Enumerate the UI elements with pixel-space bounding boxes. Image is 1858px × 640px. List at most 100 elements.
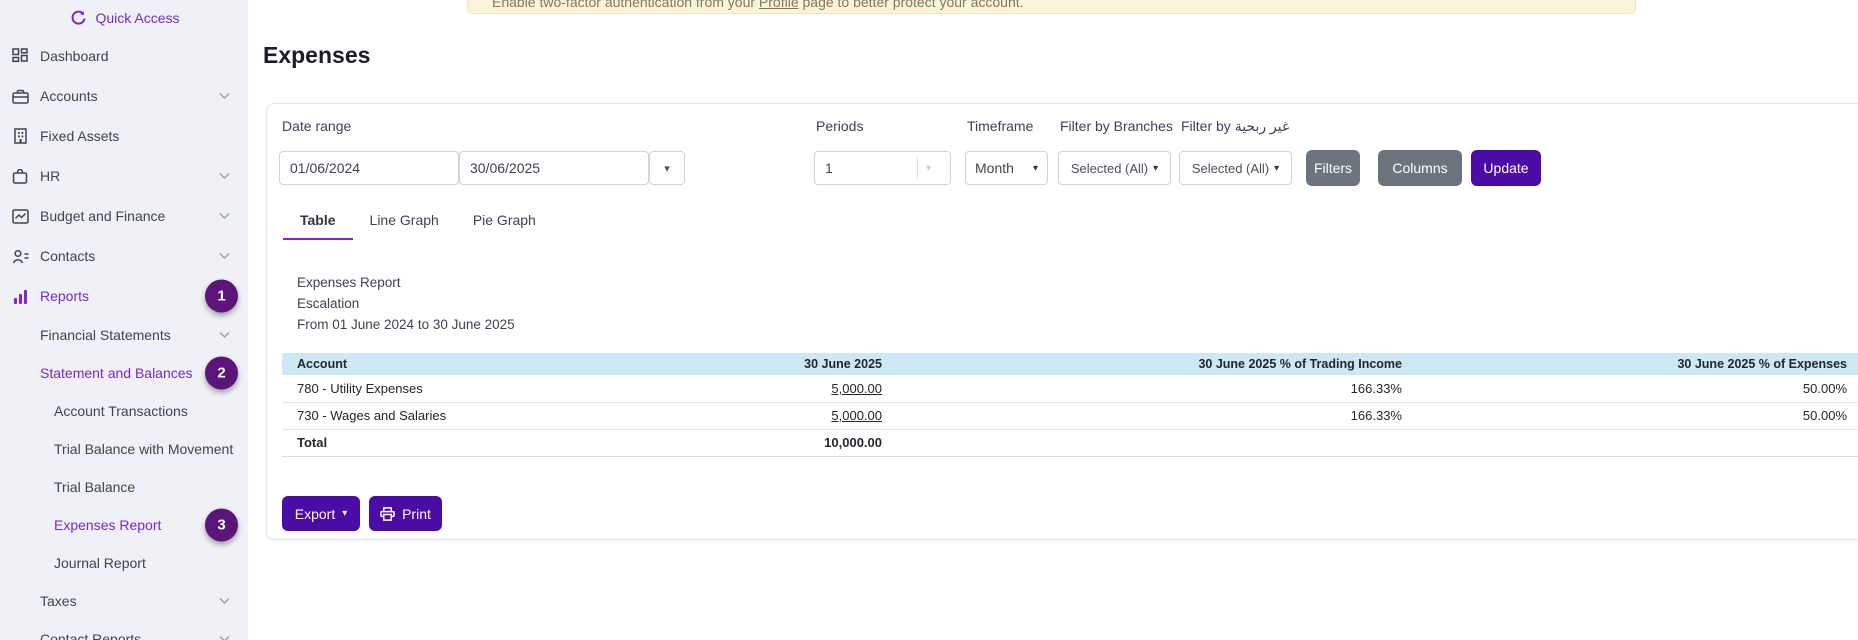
chevron-down-icon xyxy=(219,252,230,260)
step-badge-1: 1 xyxy=(205,279,238,313)
sidebar-item-label: Contact Reports xyxy=(40,631,142,640)
expenses-report-card: Date range Periods Timeframe Filter by B… xyxy=(266,103,1858,540)
sidebar-item-expenses-report[interactable]: Expenses Report 3 xyxy=(0,506,248,544)
pct-expenses-cell: 50.00% xyxy=(1414,375,1858,403)
table-header-row: Account 30 June 2025 30 June 2025 % of Tra… xyxy=(282,353,1858,375)
sidebar-item-label: Financial Statements xyxy=(40,327,171,343)
step-badge-3: 3 xyxy=(205,508,238,542)
pct-trading-income-cell: 166.33% xyxy=(894,375,1414,403)
column-header: 30 June 2025 % of Trading Income xyxy=(894,353,1414,375)
sidebar-item-label: Fixed Assets xyxy=(40,128,120,144)
pct-expenses-cell: 50.00% xyxy=(1414,402,1858,430)
column-header: Account xyxy=(282,353,682,375)
sidebar-item-trial-balance-with-movement[interactable]: Trial Balance with Movement xyxy=(0,430,248,468)
dashboard-icon xyxy=(10,46,30,66)
table-total-row: Total 10,000.00 xyxy=(282,429,1858,457)
sidebar-item-label: Trial Balance xyxy=(54,479,136,495)
step-badge-2: 2 xyxy=(205,356,238,390)
sidebar-item-label: Quick Access xyxy=(95,10,180,26)
sidebar-item-financial-statements[interactable]: Financial Statements xyxy=(0,316,248,354)
columns-button[interactable]: Columns xyxy=(1378,150,1462,186)
update-button[interactable]: Update xyxy=(1471,150,1541,186)
chart-icon xyxy=(10,206,30,226)
account-cell: 780 - Utility Expenses xyxy=(282,375,682,403)
sidebar-item-label: Statement and Balances xyxy=(40,365,193,381)
amount-link[interactable]: 5,000.00 xyxy=(831,381,882,396)
sidebar-item-label: Accounts xyxy=(40,88,98,104)
sidebar-item-taxes[interactable]: Taxes xyxy=(0,582,248,620)
print-button[interactable]: Print xyxy=(369,496,442,531)
sidebar-item-label: Expenses Report xyxy=(54,517,162,533)
amount-link[interactable]: 5,000.00 xyxy=(831,408,882,423)
printer-icon xyxy=(380,506,395,521)
expenses-table: Account 30 June 2025 30 June 2025 % of Tra… xyxy=(282,353,1858,457)
sidebar-item-accounts[interactable]: Accounts xyxy=(0,76,248,116)
tab-pie-graph[interactable]: Pie Graph xyxy=(456,204,553,240)
banner-text: Enable two-factor authentication from yo… xyxy=(492,0,1024,10)
chevron-down-icon: ▾ xyxy=(1032,162,1038,174)
people-icon xyxy=(10,246,30,266)
sidebar-item-budget-and-finance[interactable]: Budget and Finance xyxy=(0,196,248,236)
sidebar: Quick Access Dashboard Accounts Fixed Asse… xyxy=(0,0,248,640)
sidebar-item-trial-balance[interactable]: Trial Balance xyxy=(0,468,248,506)
bar-chart-icon xyxy=(10,286,30,306)
column-header: 30 June 2025 xyxy=(682,353,894,375)
date-start-input[interactable] xyxy=(279,151,459,185)
profile-link[interactable]: Profile xyxy=(759,0,799,10)
sync-icon xyxy=(68,8,88,28)
sidebar-item-label: Trial Balance with Movement xyxy=(54,441,234,457)
chevron-down-icon: ▾ xyxy=(926,162,932,174)
filter-branches-label: Filter by Branches xyxy=(1060,118,1173,134)
sidebar-item-journal-report[interactable]: Journal Report xyxy=(0,544,248,582)
export-button[interactable]: Export ▾ xyxy=(282,496,360,531)
view-tabs: Table Line Graph Pie Graph xyxy=(283,204,553,240)
caret-down-icon: ▾ xyxy=(1153,162,1159,174)
sidebar-item-account-transactions[interactable]: Account Transactions xyxy=(0,392,248,430)
briefcase-icon xyxy=(10,86,30,106)
account-cell: 730 - Wages and Salaries xyxy=(282,402,682,430)
sidebar-item-label: Contacts xyxy=(40,248,96,264)
sidebar-item-reports[interactable]: Reports 1 xyxy=(0,276,248,316)
building-icon xyxy=(10,126,30,146)
sidebar-item-contacts[interactable]: Contacts xyxy=(0,236,248,276)
timeframe-label: Timeframe xyxy=(967,118,1034,134)
two-factor-banner: Enable two-factor authentication from yo… xyxy=(467,0,1636,14)
tab-line-graph[interactable]: Line Graph xyxy=(353,204,456,240)
chevron-down-icon xyxy=(219,635,230,640)
branches-dropdown[interactable]: Selected (All) ▾ xyxy=(1058,151,1171,185)
sidebar-item-contact-reports[interactable]: Contact Reports xyxy=(0,620,248,640)
sidebar-item-statement-and-balances[interactable]: Statement and Balances 2 xyxy=(0,354,248,392)
chevron-down-icon xyxy=(219,172,230,180)
chevron-down-icon xyxy=(219,331,230,339)
bag-icon xyxy=(10,166,30,186)
date-end-input[interactable] xyxy=(459,151,649,185)
entity-dropdown[interactable]: Selected (All) ▾ xyxy=(1179,151,1292,185)
sidebar-item-label: Journal Report xyxy=(54,555,146,571)
page-title: Expenses xyxy=(263,42,371,68)
sidebar-item-label: Taxes xyxy=(40,593,77,609)
sidebar-item-label: Account Transactions xyxy=(54,403,188,419)
sidebar-item-label: HR xyxy=(40,168,61,184)
report-company: Escalation xyxy=(297,296,360,311)
filters-button[interactable]: Filters xyxy=(1306,150,1360,186)
caret-down-icon: ▾ xyxy=(1274,162,1280,174)
date-range-dropdown-button[interactable]: ▾ xyxy=(649,151,685,185)
periods-label: Periods xyxy=(816,118,864,134)
sidebar-item-label: Reports xyxy=(40,288,90,304)
caret-down-icon: ▾ xyxy=(664,162,670,175)
tab-table[interactable]: Table xyxy=(283,204,353,240)
total-label: Total xyxy=(282,429,682,457)
sidebar-item-quick-access[interactable]: Quick Access xyxy=(0,0,248,36)
sidebar-item-label: Budget and Finance xyxy=(40,208,166,224)
main-content: Enable two-factor authentication from yo… xyxy=(248,0,1858,640)
sidebar-item-dashboard[interactable]: Dashboard xyxy=(0,36,248,76)
timeframe-select[interactable]: Month ▾ xyxy=(965,151,1048,185)
pct-trading-income-cell: 166.33% xyxy=(894,402,1414,430)
sidebar-item-fixed-assets[interactable]: Fixed Assets xyxy=(0,116,248,156)
report-period: From 01 June 2024 to 30 June 2025 xyxy=(297,317,515,332)
sidebar-item-label: Dashboard xyxy=(40,48,109,64)
periods-spinner[interactable]: ▾ xyxy=(917,151,931,185)
report-heading: Expenses Report Escalation From 01 June … xyxy=(297,272,515,335)
chevron-down-icon xyxy=(219,212,230,220)
sidebar-item-hr[interactable]: HR xyxy=(0,156,248,196)
